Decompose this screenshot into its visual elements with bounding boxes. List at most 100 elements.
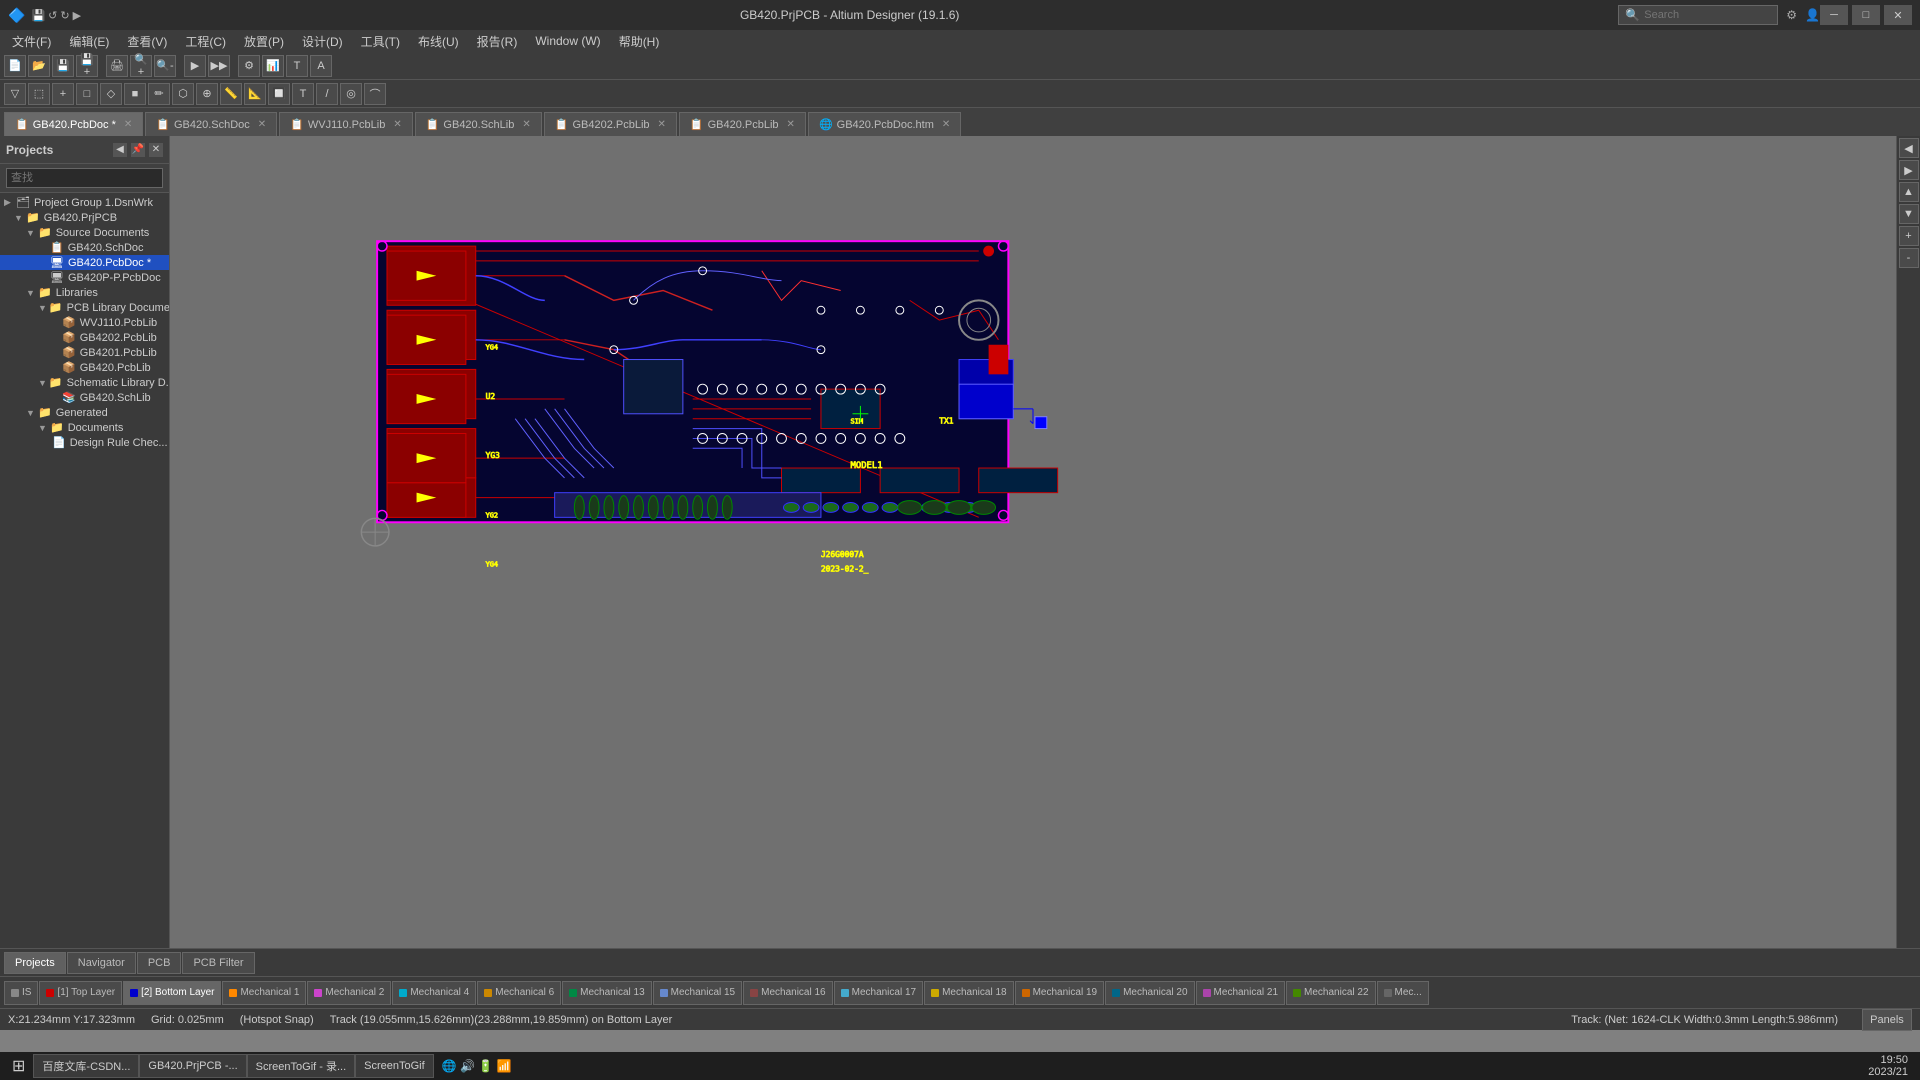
sidebar-pin-btn[interactable]: 📌 (131, 143, 145, 157)
tb2-rect[interactable]: □ (76, 83, 98, 105)
tab-gb420htm[interactable]: 🌐 GB420.PcbDoc.htm ✕ (808, 112, 961, 136)
tb2-arc[interactable]: ⌒ (364, 83, 386, 105)
start-button[interactable]: ⊞ (4, 1054, 33, 1078)
tree-item-gb420-pcblib[interactable]: 📦GB420.PcbLib (0, 360, 169, 375)
tree-item-gb420-pcbdoc[interactable]: 🖥GB420.PcbDoc * (0, 255, 169, 270)
rt-btn-6[interactable]: - (1899, 248, 1919, 268)
tab-schdoc[interactable]: 📋 GB420.SchDoc ✕ (145, 112, 277, 136)
layer-tab-mech16[interactable]: Mechanical 16 (743, 981, 832, 1005)
tb-extra2[interactable]: 📊 (262, 55, 284, 77)
rt-btn-2[interactable]: ▶ (1899, 160, 1919, 180)
tb-saveall[interactable]: 💾+ (76, 55, 98, 77)
taskbar-item-screentogif[interactable]: ScreenToGif - 录... (247, 1054, 355, 1078)
layer-tab-mech20[interactable]: Mechanical 20 (1105, 981, 1194, 1005)
tb2-fill[interactable]: ■ (124, 83, 146, 105)
tree-item-gb420-schlib[interactable]: 📚GB420.SchLib (0, 390, 169, 405)
tree-item-generated[interactable]: ▼📁Generated (0, 405, 169, 420)
tree-item-source-docs[interactable]: ▼📁Source Documents (0, 225, 169, 240)
tb-new[interactable]: 📄 (4, 55, 26, 77)
rt-btn-3[interactable]: ▲ (1899, 182, 1919, 202)
tb-compile[interactable]: ▶ (184, 55, 206, 77)
menu-item-place[interactable]: 放置(P) (236, 31, 292, 52)
menu-item-route[interactable]: 布线(U) (410, 31, 467, 52)
title-search-box[interactable]: 🔍 (1618, 5, 1778, 25)
restore-button[interactable]: □ (1852, 5, 1880, 25)
tb-run[interactable]: ▶▶ (208, 55, 230, 77)
rt-btn-1[interactable]: ◀ (1899, 138, 1919, 158)
layer-tab-mech4[interactable]: Mechanical 4 (392, 981, 476, 1005)
tb2-select-all[interactable]: ⬚ (28, 83, 50, 105)
layer-tab-mech13[interactable]: Mechanical 13 (562, 981, 651, 1005)
tab-gb420lib[interactable]: 📋 GB420.SchLib ✕ (415, 112, 542, 136)
rt-btn-5[interactable]: + (1899, 226, 1919, 246)
tab-close-pcbdoc[interactable]: ✕ (124, 119, 132, 130)
tb2-snap[interactable]: ⊕ (196, 83, 218, 105)
tree-item-gb4202-pcblib[interactable]: 📦GB4202.PcbLib (0, 330, 169, 345)
tb2-rules[interactable]: 📏 (220, 83, 242, 105)
tb2-place[interactable]: 🔲 (268, 83, 290, 105)
minimize-button[interactable]: ─ (1820, 5, 1848, 25)
tree-item-wvj110-pcblib[interactable]: 📦WVJ110.PcbLib (0, 315, 169, 330)
menu-item-report[interactable]: 报告(R) (469, 31, 526, 52)
tab-gb420pcblib2[interactable]: 📋 GB420.PcbLib ✕ (679, 112, 806, 136)
tab-close-gb402pcblib[interactable]: ✕ (658, 119, 666, 130)
tab-close-gb420htm[interactable]: ✕ (942, 119, 950, 130)
menu-item-project[interactable]: 工程(C) (177, 31, 234, 52)
close-button[interactable]: ✕ (1884, 5, 1912, 25)
tb-open[interactable]: 📂 (28, 55, 50, 77)
menu-item-help[interactable]: 帮助(H) (611, 31, 668, 52)
layer-tab-mech19[interactable]: Mechanical 19 (1015, 981, 1104, 1005)
tree-item-gb4201-pcblib[interactable]: 📦GB4201.PcbLib (0, 345, 169, 360)
menu-item-design[interactable]: 设计(D) (294, 31, 351, 52)
pcb-canvas-area[interactable]: U2 YG3 YG2 YG4 YG4 SIM TX1 MODEL1 J26G00… (170, 136, 1896, 948)
search-input[interactable] (1644, 9, 1764, 21)
rt-btn-4[interactable]: ▼ (1899, 204, 1919, 224)
settings-icon[interactable]: ⚙ (1786, 8, 1797, 22)
tab-close-gb420lib[interactable]: ✕ (522, 119, 530, 130)
tb2-measure[interactable]: 📐 (244, 83, 266, 105)
tab-close-gb420pcblib2[interactable]: ✕ (787, 119, 795, 130)
tb2-add[interactable]: + (52, 83, 74, 105)
layer-tab-mech15[interactable]: Mechanical 15 (653, 981, 742, 1005)
tb2-text[interactable]: T (292, 83, 314, 105)
layer-tab-top-layer[interactable]: [1] Top Layer (39, 981, 122, 1005)
tb2-3d[interactable]: ⬡ (172, 83, 194, 105)
tree-item-libraries[interactable]: ▼📁Libraries (0, 285, 169, 300)
tree-item-documents[interactable]: ▼📁Documents (0, 420, 169, 435)
tb-extra1[interactable]: ⚙ (238, 55, 260, 77)
tree-item-gb420-prjpcb[interactable]: ▼📁GB420.PrjPCB (0, 210, 169, 225)
sidebar-close-btn[interactable]: ✕ (149, 143, 163, 157)
nav-tab-navigator[interactable]: Navigator (67, 952, 136, 974)
layer-tab-mech22[interactable]: Mechanical 22 (1286, 981, 1375, 1005)
tree-item-schematic-lib-docs[interactable]: ▼📁Schematic Library D... (0, 375, 169, 390)
layer-tab-mech2[interactable]: Mechanical 2 (307, 981, 391, 1005)
nav-tab-projects[interactable]: Projects (4, 952, 66, 974)
tab-pcbdoc[interactable]: 📋 GB420.PcbDoc * ✕ (4, 112, 143, 136)
nav-tab-pcb-filter[interactable]: PCB Filter (182, 952, 254, 974)
nav-tab-pcb[interactable]: PCB (137, 952, 182, 974)
tb-extra4[interactable]: A (310, 55, 332, 77)
menu-item-file[interactable]: 文件(F) (4, 31, 59, 52)
tb-save[interactable]: 💾 (52, 55, 74, 77)
layer-tab-mech17[interactable]: Mechanical 17 (834, 981, 923, 1005)
tree-item-gb420-schdoc[interactable]: 📋GB420.SchDoc (0, 240, 169, 255)
menu-item-tools[interactable]: 工具(T) (353, 31, 408, 52)
tab-close-wvj110[interactable]: ✕ (393, 119, 401, 130)
menu-item-view[interactable]: 查看(V) (119, 31, 175, 52)
taskbar-item-screentogif2[interactable]: ScreenToGif (355, 1054, 434, 1078)
layer-tab-bottom-layer[interactable]: [2] Bottom Layer (123, 981, 221, 1005)
tab-close-schdoc[interactable]: ✕ (258, 119, 266, 130)
panels-button[interactable]: Panels (1862, 1009, 1912, 1031)
tree-item-design-rule-check[interactable]: 📄Design Rule Chec... (0, 435, 169, 450)
tb2-line[interactable]: / (316, 83, 338, 105)
taskbar-item-altium[interactable]: GB420.PrjPCB -... (139, 1054, 246, 1078)
tb-print[interactable]: 🖨 (106, 55, 128, 77)
layer-tab-mech6[interactable]: Mechanical 6 (477, 981, 561, 1005)
layer-tab-is[interactable]: IS (4, 981, 38, 1005)
sidebar-search-input[interactable] (6, 168, 163, 188)
tree-item-project-group[interactable]: ▶🗂Project Group 1.DsnWrk (0, 195, 169, 210)
tb-extra3[interactable]: T (286, 55, 308, 77)
layer-tab-mech21[interactable]: Mechanical 21 (1196, 981, 1285, 1005)
tb-zoom-out[interactable]: 🔍- (154, 55, 176, 77)
layer-tab-mech1[interactable]: Mechanical 1 (222, 981, 306, 1005)
